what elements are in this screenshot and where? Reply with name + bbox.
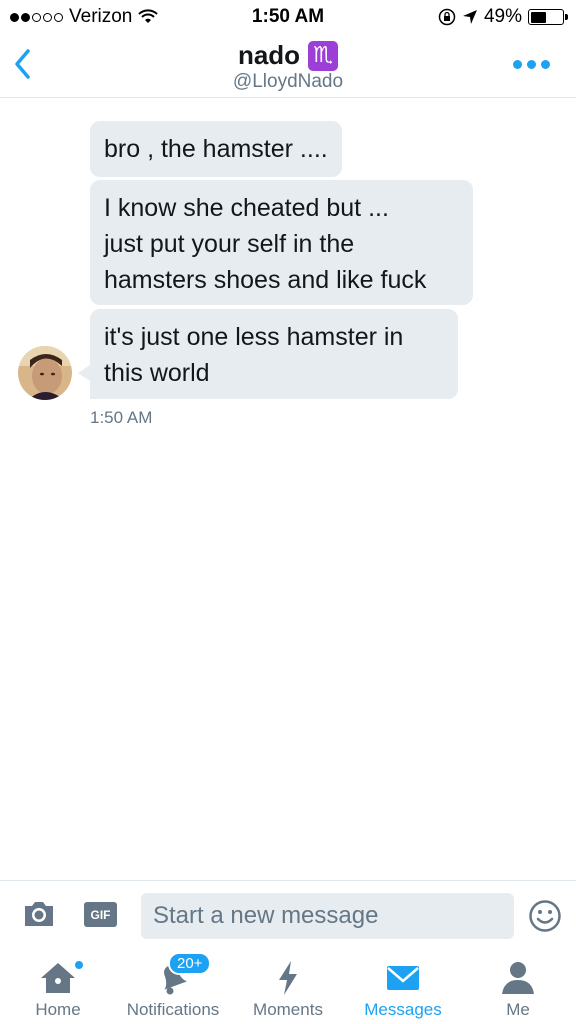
location-icon <box>462 10 477 24</box>
message-text: bro , the hamster .... <box>104 135 328 163</box>
more-dots-icon <box>513 60 522 69</box>
tab-me[interactable]: Me <box>488 950 548 1024</box>
message-bubble[interactable]: it's just one less hamster in this world <box>78 309 458 399</box>
home-icon <box>41 963 75 993</box>
person-icon <box>502 962 534 994</box>
tab-label: Home <box>35 1000 81 1019</box>
battery-icon <box>528 9 568 25</box>
message-line: I know she cheated but ... <box>104 194 389 222</box>
message-line: it's just one less hamster in <box>104 323 404 351</box>
lightning-icon <box>279 961 297 995</box>
battery-percent: 49% <box>483 6 522 27</box>
avatar[interactable] <box>18 346 72 400</box>
unread-dot <box>75 961 83 969</box>
message-input[interactable] <box>141 893 514 939</box>
tab-messages[interactable]: Messages <box>356 950 450 1024</box>
gif-button[interactable]: GIF <box>84 902 117 927</box>
message-bubble[interactable]: bro , the hamster .... <box>90 121 342 177</box>
conversation-header: nado ♏ @LloydNado <box>0 34 576 98</box>
compose-bar: GIF <box>0 880 576 950</box>
tab-label: Moments <box>253 1000 323 1019</box>
tab-bar: Home Notifications 20+ Moments Messages <box>0 950 576 1024</box>
message-line: just put your self in the <box>104 230 355 258</box>
more-options-button[interactable] <box>513 60 550 69</box>
camera-button[interactable] <box>22 899 56 929</box>
message-line: this world <box>104 359 210 387</box>
contact-name: nado <box>237 40 301 70</box>
rotation-lock-icon <box>438 8 456 26</box>
smiley-icon <box>529 900 561 932</box>
tab-home[interactable]: Home <box>18 950 98 1024</box>
status-bar: Verizon 1:50 AM 49% <box>0 0 576 34</box>
camera-icon <box>25 902 53 926</box>
scorpio-emoji-icon: ♏ <box>308 40 339 71</box>
tab-label: Me <box>506 1000 530 1019</box>
tab-label: Messages <box>364 1000 442 1019</box>
tab-label: Notifications <box>126 1000 220 1019</box>
notifications-badge: 20+ <box>168 952 212 975</box>
header-title[interactable]: nado ♏ @LloydNado <box>0 40 576 93</box>
message-line: hamsters shoes and like fuck <box>104 266 427 294</box>
contact-handle: @LloydNado <box>232 71 344 92</box>
status-right: 49% <box>438 6 568 28</box>
tab-moments[interactable]: Moments <box>246 950 330 1024</box>
envelope-icon <box>387 966 419 990</box>
message-bubble[interactable]: I know she cheated but ... just put your… <box>90 180 473 305</box>
emoji-button[interactable] <box>528 899 562 933</box>
message-timestamp: 1:50 AM <box>90 408 153 427</box>
